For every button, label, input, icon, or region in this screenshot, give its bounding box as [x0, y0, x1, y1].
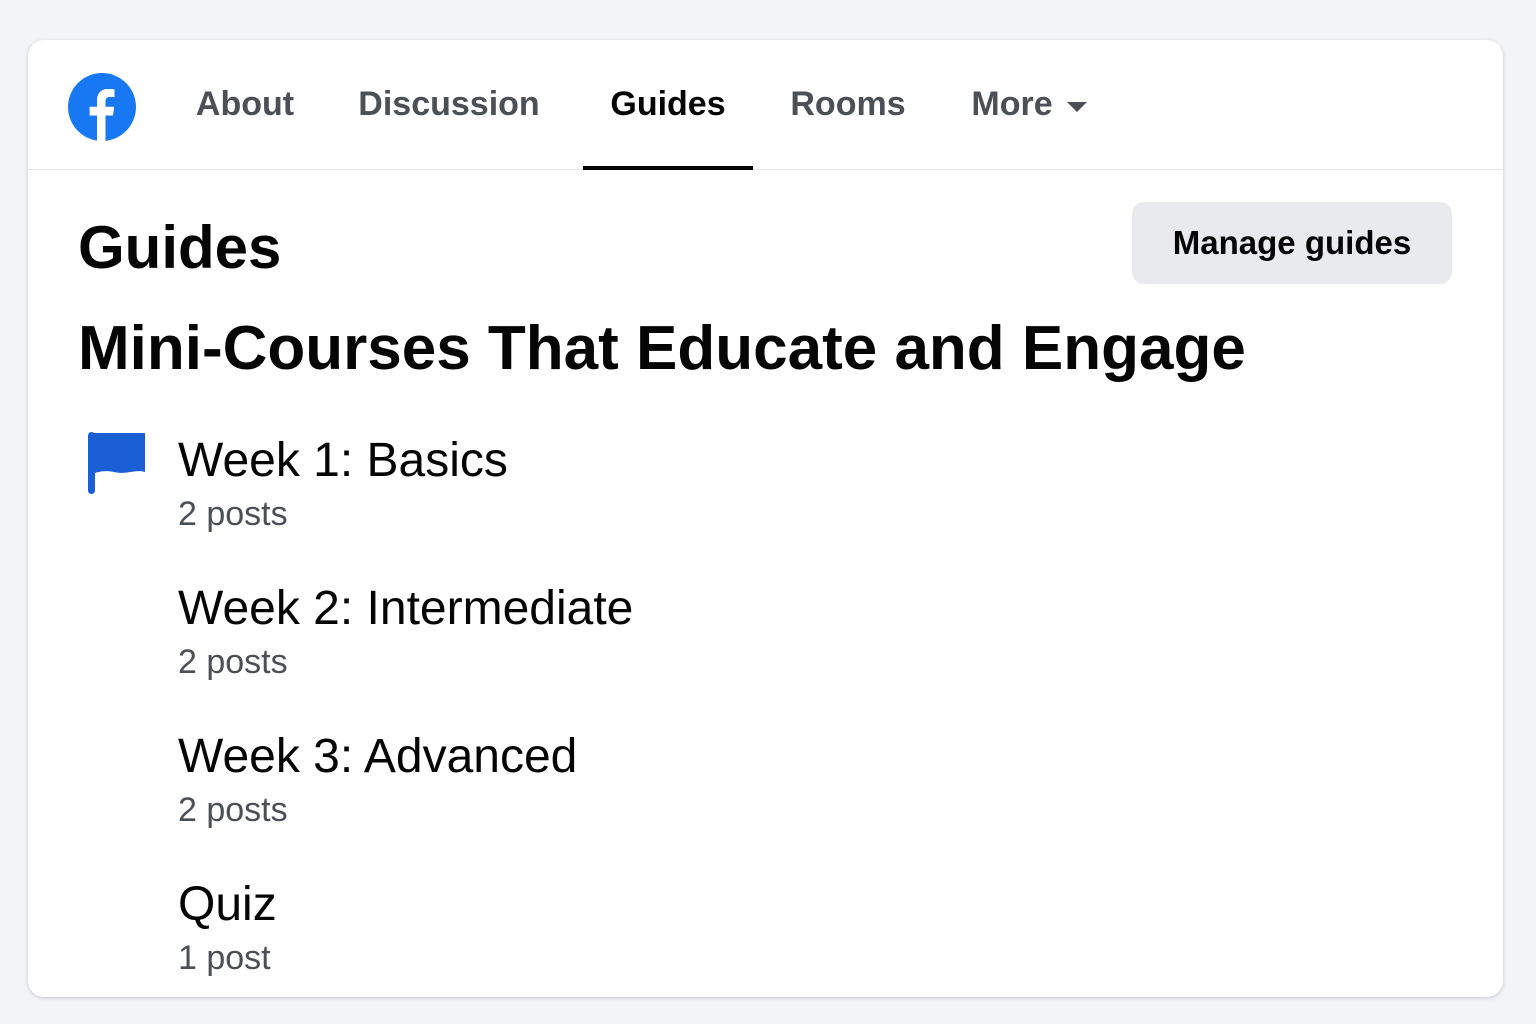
guide-post-count: 2 posts [178, 494, 288, 533]
manage-guides-button[interactable]: Manage guides [1132, 202, 1452, 284]
guide-title: Week 3: Advanced [178, 730, 578, 783]
group-tab-bar: About Discussion Guides Rooms More [28, 40, 1503, 170]
facebook-logo-icon[interactable] [68, 73, 136, 141]
guide-title: Week 2: Intermediate [178, 582, 634, 635]
tab-rooms[interactable]: Rooms [780, 40, 916, 169]
tab-guides[interactable]: Guides [583, 40, 753, 170]
tab-more-label: More [971, 85, 1053, 123]
guide-title: Week 1: Basics [178, 434, 508, 487]
flag-icon [88, 432, 145, 494]
tab-guides-label: Guides [610, 85, 726, 123]
tab-rooms-label: Rooms [790, 85, 906, 123]
tab-about-label: About [195, 85, 295, 123]
guide-item-week-1[interactable]: Week 1: Basics 2 posts [178, 432, 1078, 534]
chevron-down-icon [1066, 101, 1087, 112]
guide-collection-title: Mini-Courses That Educate and Engage [78, 314, 1246, 383]
guide-item-week-2[interactable]: Week 2: Intermediate 2 posts [178, 580, 1078, 682]
guide-post-count: 2 posts [178, 790, 288, 829]
guide-post-count: 1 post [178, 938, 271, 977]
tab-discussion-label: Discussion [358, 85, 540, 123]
guide-item-quiz[interactable]: Quiz 1 post [178, 876, 1078, 978]
tab-about[interactable]: About [182, 40, 308, 169]
page-title: Guides [78, 214, 282, 281]
tab-discussion[interactable]: Discussion [348, 40, 550, 169]
tab-more[interactable]: More [959, 40, 1099, 169]
guide-post-count: 2 posts [178, 642, 288, 681]
guide-item-week-3[interactable]: Week 3: Advanced 2 posts [178, 728, 1078, 830]
group-card: About Discussion Guides Rooms More Guide… [28, 40, 1503, 997]
guide-title: Quiz [178, 878, 277, 931]
